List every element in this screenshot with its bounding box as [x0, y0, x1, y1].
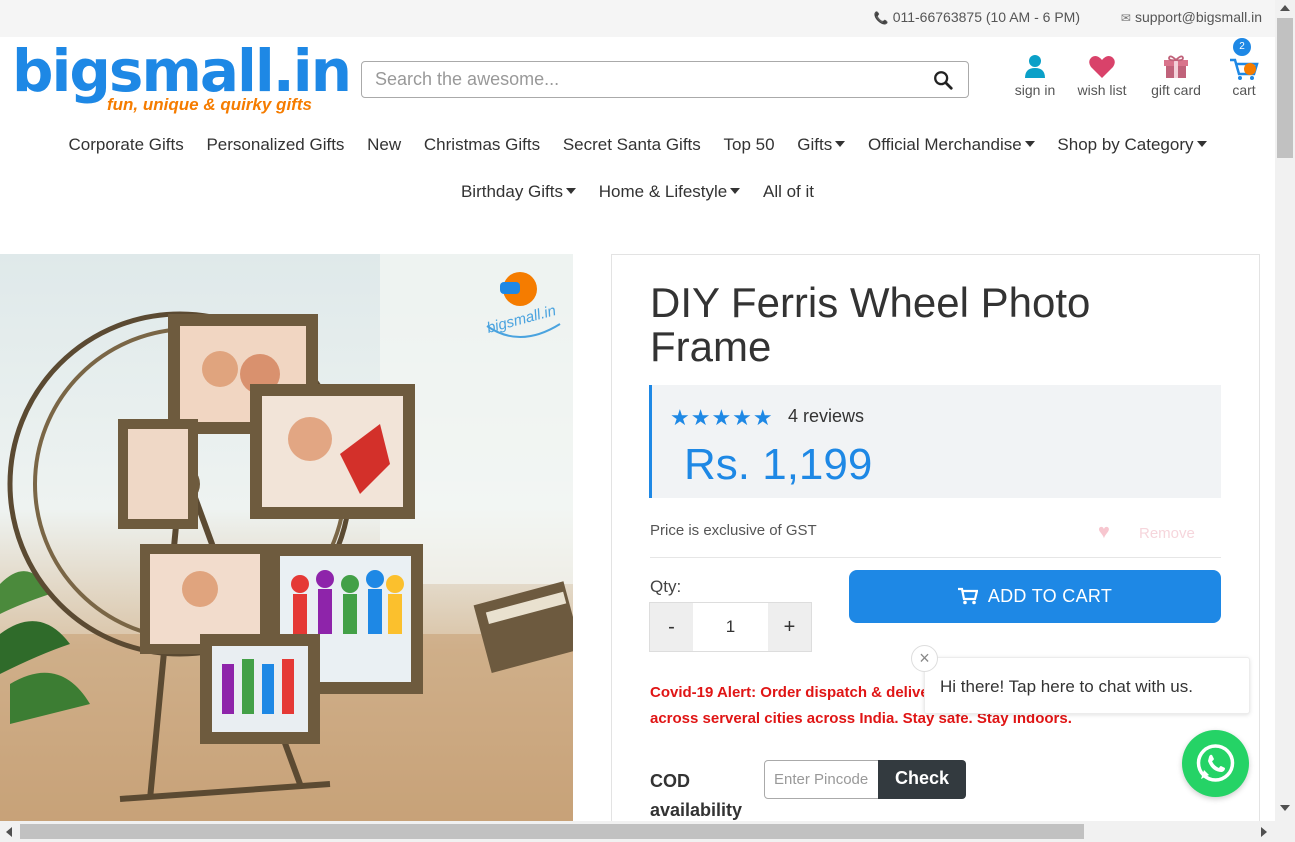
main-menu-row-1: Corporate Gifts Personalized Gifts New C… [0, 135, 1275, 155]
sign-in-link[interactable]: sign in [1012, 52, 1058, 98]
divider [650, 557, 1221, 558]
menu-shop-by-category-dropdown[interactable]: Shop by Category [1057, 135, 1207, 155]
support-phone[interactable]: 📞 011-66763875 (10 AM - 6 PM) [874, 9, 1080, 25]
gift-icon [1164, 55, 1188, 78]
heart-icon[interactable]: ♥ [1098, 521, 1110, 544]
menu-birthday-gifts-dropdown[interactable]: Birthday Gifts [460, 182, 577, 202]
gst-note: Price is exclusive of GST [650, 522, 817, 539]
scroll-up-arrow-icon[interactable] [1280, 5, 1290, 11]
product-title: DIY Ferris Wheel Photo Frame [650, 279, 1091, 370]
site-logo[interactable]: bigsmall.in fun, unique & quirky gifts [12, 37, 352, 120]
heart-icon [1089, 56, 1115, 78]
phone-icon: 📞 [873, 11, 889, 25]
rating-stars-icon[interactable]: ★★★★★ [670, 405, 774, 431]
quantity-input[interactable]: 1 [693, 603, 768, 651]
menu-gifts-dropdown[interactable]: Gifts [797, 135, 846, 155]
search-icon[interactable] [932, 69, 954, 91]
menu-christmas-gifts[interactable]: Christmas Gifts [424, 135, 540, 155]
check-pincode-button[interactable]: Check [878, 760, 966, 799]
menu-corporate-gifts[interactable]: Corporate Gifts [68, 135, 183, 155]
menu-gifts-label: Gifts [797, 135, 833, 154]
quantity-label: Qty: [650, 577, 682, 596]
add-to-cart-button[interactable]: ADD TO CART [849, 570, 1221, 623]
menu-home-lifestyle-label: Home & Lifestyle [598, 182, 728, 201]
menu-home-lifestyle-dropdown[interactable]: Home & Lifestyle [599, 182, 741, 202]
cart-icon [1230, 58, 1259, 80]
chat-message: Hi there! Tap here to chat with us. [940, 677, 1193, 696]
logo-wordmark: bigsmall.in [12, 37, 352, 105]
shopping-cart-icon [957, 587, 978, 605]
scroll-down-arrow-icon[interactable] [1280, 805, 1290, 811]
vertical-scroll-thumb[interactable] [1277, 18, 1293, 158]
reviews-link[interactable]: 4 reviews [788, 406, 864, 427]
gift-card-label: gift card [1151, 82, 1201, 98]
quantity-increase-button[interactable]: + [768, 603, 811, 651]
product-price: Rs. 1,199 [684, 440, 873, 489]
logo-tagline: fun, unique & quirky gifts [107, 95, 312, 114]
main-menu-row-2: Birthday Gifts Home & Lifestyle All of i… [0, 182, 1275, 202]
menu-secret-santa-gifts[interactable]: Secret Santa Gifts [563, 135, 701, 155]
menu-all-of-it[interactable]: All of it [763, 182, 814, 202]
whatsapp-icon [1196, 744, 1235, 782]
ferris-wheel-photo-frame-illustration [0, 254, 573, 821]
menu-new[interactable]: New [367, 135, 401, 155]
menu-personalized-gifts[interactable]: Personalized Gifts [206, 135, 344, 155]
product-image[interactable]: bigsmall.in [0, 254, 573, 821]
cart-link[interactable]: cart [1226, 52, 1262, 98]
quantity-decrease-button[interactable]: - [650, 603, 693, 651]
sign-in-label: sign in [1014, 82, 1056, 98]
caret-down-icon [1196, 141, 1207, 147]
menu-official-merchandise-label: Official Merchandise [867, 135, 1022, 154]
menu-birthday-gifts-label: Birthday Gifts [460, 182, 564, 201]
menu-top-50[interactable]: Top 50 [724, 135, 775, 155]
chat-popup[interactable]: Hi there! Tap here to chat with us. [924, 657, 1250, 714]
top-bar: 📞 011-66763875 (10 AM - 6 PM) ✉ support@bi… [0, 0, 1275, 37]
scroll-left-arrow-icon[interactable] [6, 827, 12, 837]
remove-wishlist-link[interactable]: Remove [1139, 525, 1195, 542]
whatsapp-button[interactable] [1182, 730, 1249, 797]
caret-down-icon [835, 141, 846, 147]
user-icon [1025, 55, 1045, 78]
cart-label: cart [1232, 82, 1256, 98]
support-email[interactable]: ✉ support@bigsmall.in [1121, 9, 1262, 25]
support-phone-text: 011-66763875 (10 AM - 6 PM) [892, 9, 1080, 25]
support-email-text: support@bigsmall.in [1134, 9, 1262, 25]
wish-list-link[interactable]: wish list [1074, 52, 1130, 98]
caret-down-icon [1024, 141, 1035, 147]
pincode-input[interactable]: Enter Pincode [764, 760, 880, 799]
envelope-icon: ✉ [1120, 11, 1131, 25]
add-to-cart-label: ADD TO CART [987, 586, 1113, 606]
quantity-stepper: - 1 + [649, 602, 812, 652]
search-input[interactable] [362, 62, 902, 97]
caret-down-icon [566, 188, 577, 194]
wish-list-label: wish list [1077, 82, 1127, 98]
menu-official-merchandise-dropdown[interactable]: Official Merchandise [868, 135, 1035, 155]
close-icon[interactable]: × [911, 645, 938, 672]
horizontal-scroll-thumb[interactable] [20, 824, 1084, 839]
cart-count-badge: 2 [1233, 38, 1251, 56]
menu-shop-by-category-label: Shop by Category [1057, 135, 1194, 154]
gift-card-link[interactable]: gift card [1147, 52, 1205, 98]
cod-availability-label: COD availability [650, 771, 743, 820]
caret-down-icon [730, 188, 741, 194]
horizontal-scrollbar[interactable] [0, 821, 1275, 842]
scroll-right-arrow-icon[interactable] [1261, 827, 1267, 837]
search-box [361, 61, 969, 98]
vertical-scrollbar[interactable] [1275, 0, 1295, 842]
